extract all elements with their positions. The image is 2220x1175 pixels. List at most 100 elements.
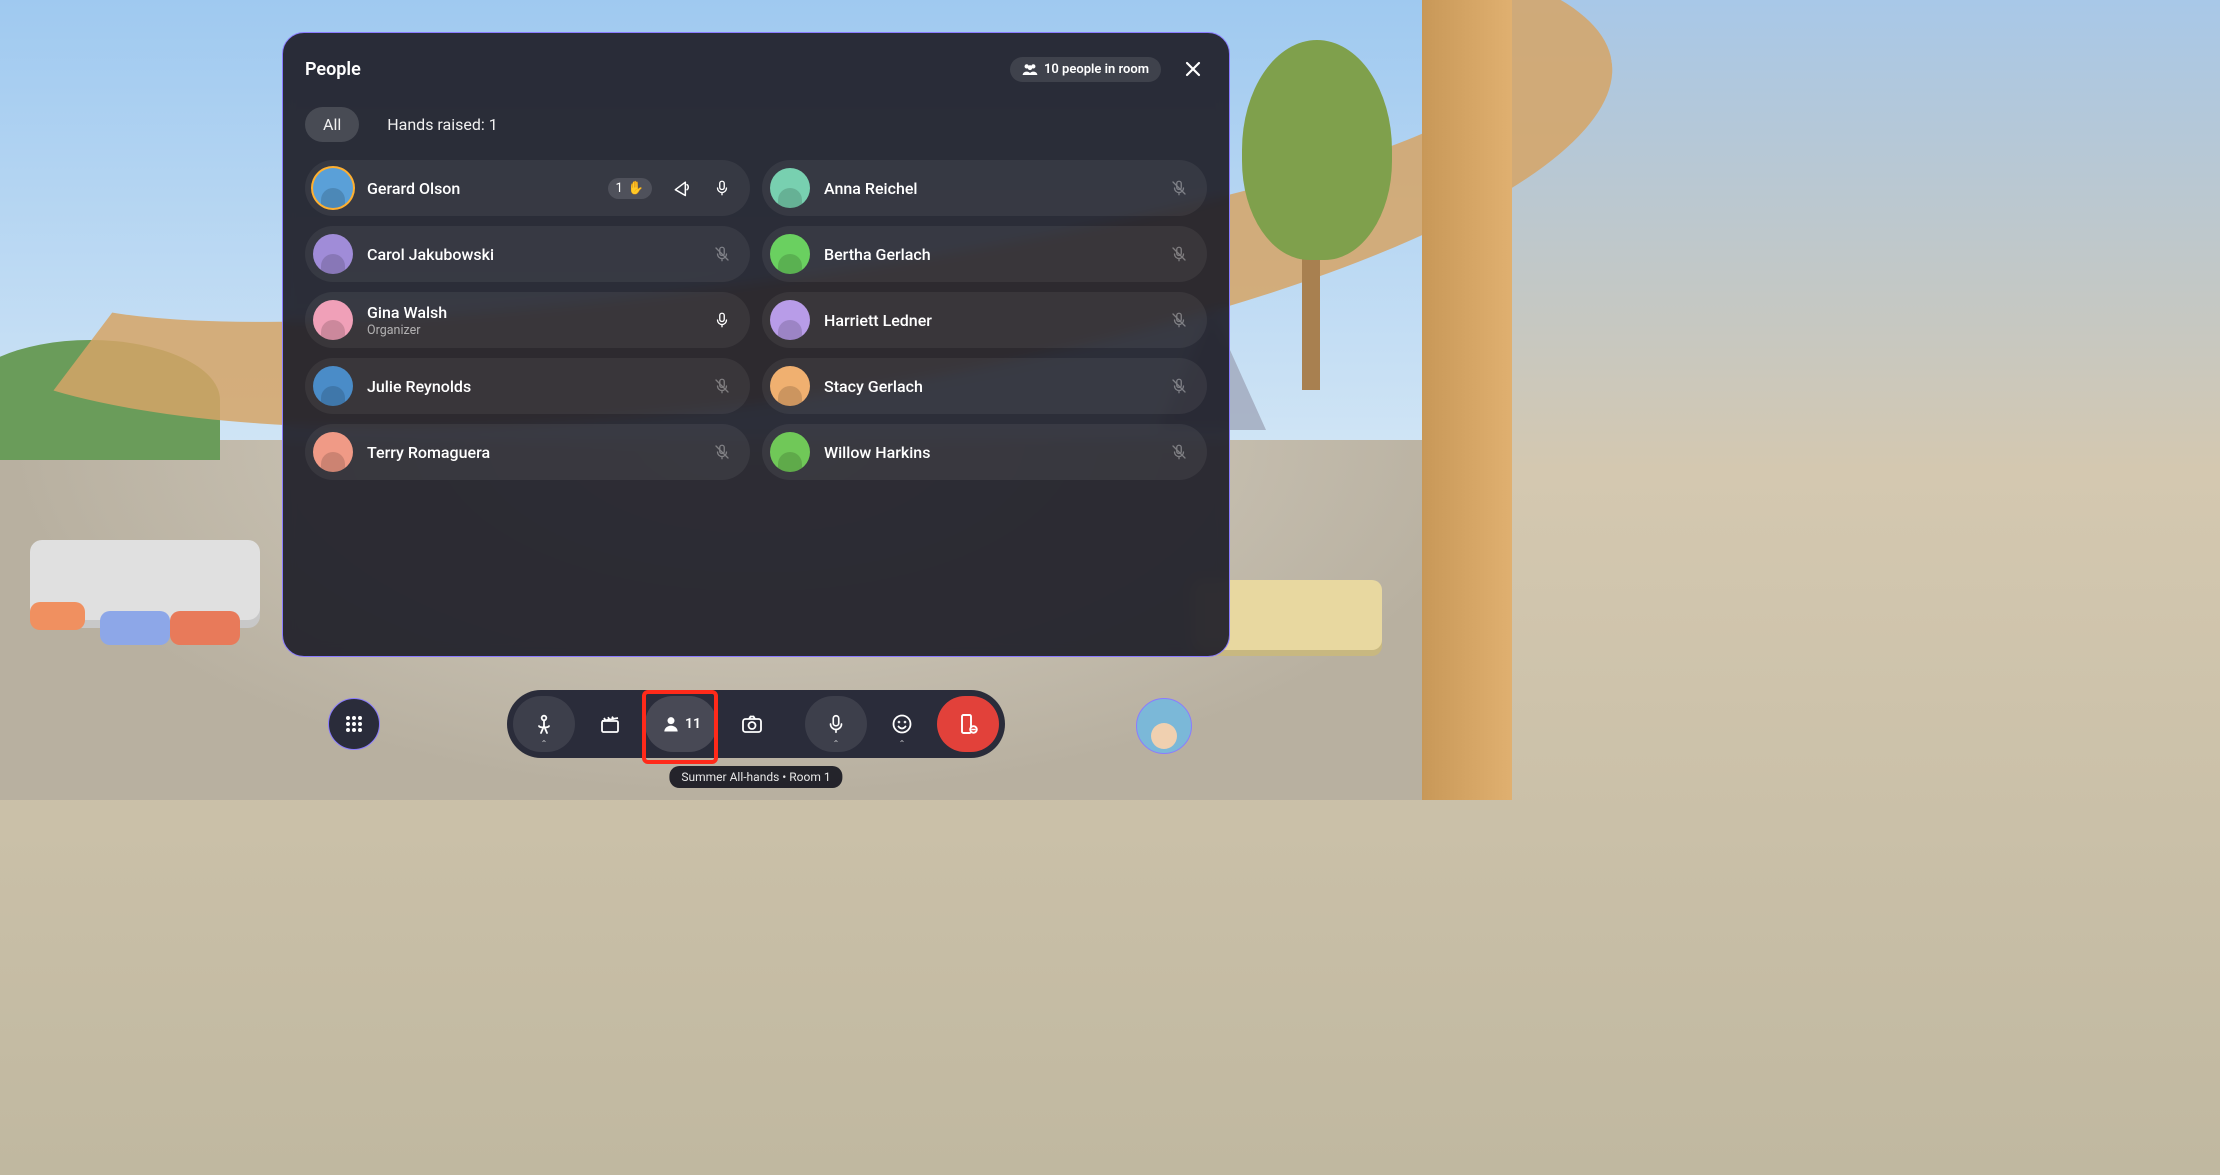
person-name: Carol Jakubowski [367,245,698,264]
avatar [313,432,353,472]
close-icon [1183,59,1203,79]
avatar [770,234,810,274]
panel-header-right: 10 people in room [1010,55,1207,83]
background-wood-column [1422,0,1512,800]
person-row[interactable]: Harriett Ledner [762,292,1207,348]
person-row-icons [712,376,732,396]
person-name: Willow Harkins [824,443,1155,462]
avatar [770,168,810,208]
person-info: Anna Reichel [824,179,1155,198]
person-info: Gina WalshOrganizer [367,303,698,338]
person-row-icons [1169,178,1189,198]
microphone-button[interactable]: ⌃ [805,696,867,752]
person-row[interactable]: Gina WalshOrganizer [305,292,750,348]
person-name: Harriett Ledner [824,311,1155,330]
leave-icon [956,712,980,736]
tab-all[interactable]: All [305,107,359,142]
microphone-icon [825,713,847,735]
person-row-icons [1169,376,1189,396]
person-info: Carol Jakubowski [367,245,698,264]
panel-title: People [305,59,361,80]
microphone-muted-icon [712,244,732,264]
camera-button[interactable] [721,696,783,752]
teleport-icon [532,712,556,736]
person-row-icons [712,244,732,264]
reactions-button[interactable]: ⌃ [871,696,933,752]
background-cushion [30,602,85,630]
microphone-muted-icon [1169,376,1189,396]
room-label: Summer All-hands • Room 1 [669,766,842,788]
person-row-icons [1169,310,1189,330]
close-button[interactable] [1179,55,1207,83]
person-name: Terry Romaguera [367,443,698,462]
person-row[interactable]: Stacy Gerlach [762,358,1207,414]
avatar [313,168,353,208]
person-row-icons [1169,442,1189,462]
person-name: Stacy Gerlach [824,377,1155,396]
person-info: Bertha Gerlach [824,245,1155,264]
camera-icon [740,712,764,736]
person-info: Gerard Olson [367,179,594,198]
person-name: Bertha Gerlach [824,245,1155,264]
room-count-pill[interactable]: 10 people in room [1010,57,1161,82]
person-info: Harriett Ledner [824,311,1155,330]
avatar [770,366,810,406]
grid-icon [344,714,364,734]
person-info: Stacy Gerlach [824,377,1155,396]
background-cushion [170,611,240,645]
hand-order: 1 [616,181,623,196]
hand-raised-badge: 1✋ [608,178,653,199]
people-group-icon [1022,62,1038,76]
person-row[interactable]: Julie Reynolds [305,358,750,414]
person-name: Anna Reichel [824,179,1155,198]
person-name: Gerard Olson [367,179,594,198]
person-row-icons [1169,244,1189,264]
person-info: Terry Romaguera [367,443,698,462]
microphone-muted-icon [1169,178,1189,198]
person-info: Julie Reynolds [367,377,698,396]
person-info: Willow Harkins [824,443,1155,462]
people-count: 11 [685,716,701,732]
chevron-up-icon: ⌃ [833,739,840,748]
person-row[interactable]: Bertha Gerlach [762,226,1207,282]
leave-button[interactable] [937,696,999,752]
microphone-icon [712,178,732,198]
person-row[interactable]: Willow Harkins [762,424,1207,480]
avatar [770,300,810,340]
person-row[interactable]: Gerard Olson1✋ [305,160,750,216]
people-grid: Gerard Olson1✋Anna ReichelCarol Jakubows… [305,160,1207,480]
microphone-muted-icon [1169,310,1189,330]
clapper-button[interactable] [579,696,641,752]
chevron-up-icon: ⌃ [899,739,906,748]
people-panel: People 10 people in room All Hands raise… [282,32,1230,657]
tab-hands-raised[interactable]: Hands raised: 1 [369,107,516,142]
self-avatar[interactable] [1136,698,1192,754]
people-button[interactable]: 11 [645,696,717,752]
avatar-head [1151,723,1177,749]
raised-hand-icon: ✋ [628,181,644,196]
microphone-muted-icon [1169,244,1189,264]
apps-menu-button[interactable] [328,698,380,750]
avatar [770,432,810,472]
microphone-muted-icon [1169,442,1189,462]
main-toolbar: ⌃ 11 ⌃ ⌃ [507,690,1005,758]
smiley-icon [890,712,914,736]
person-name: Julie Reynolds [367,377,698,396]
person-row[interactable]: Carol Jakubowski [305,226,750,282]
person-icon [661,714,681,734]
microphone-muted-icon [712,376,732,396]
person-row[interactable]: Anna Reichel [762,160,1207,216]
person-row-icons [712,310,732,330]
clapper-icon [598,712,622,736]
panel-header: People 10 people in room [305,53,1207,85]
background-cushion [100,611,170,645]
microphone-muted-icon [712,442,732,462]
teleport-button[interactable]: ⌃ [513,696,575,752]
person-subtitle: Organizer [367,323,698,338]
avatar [313,234,353,274]
microphone-icon [712,310,732,330]
tabs: All Hands raised: 1 [305,107,1207,142]
avatar [313,366,353,406]
room-count-label: 10 people in room [1044,62,1149,77]
person-row[interactable]: Terry Romaguera [305,424,750,480]
